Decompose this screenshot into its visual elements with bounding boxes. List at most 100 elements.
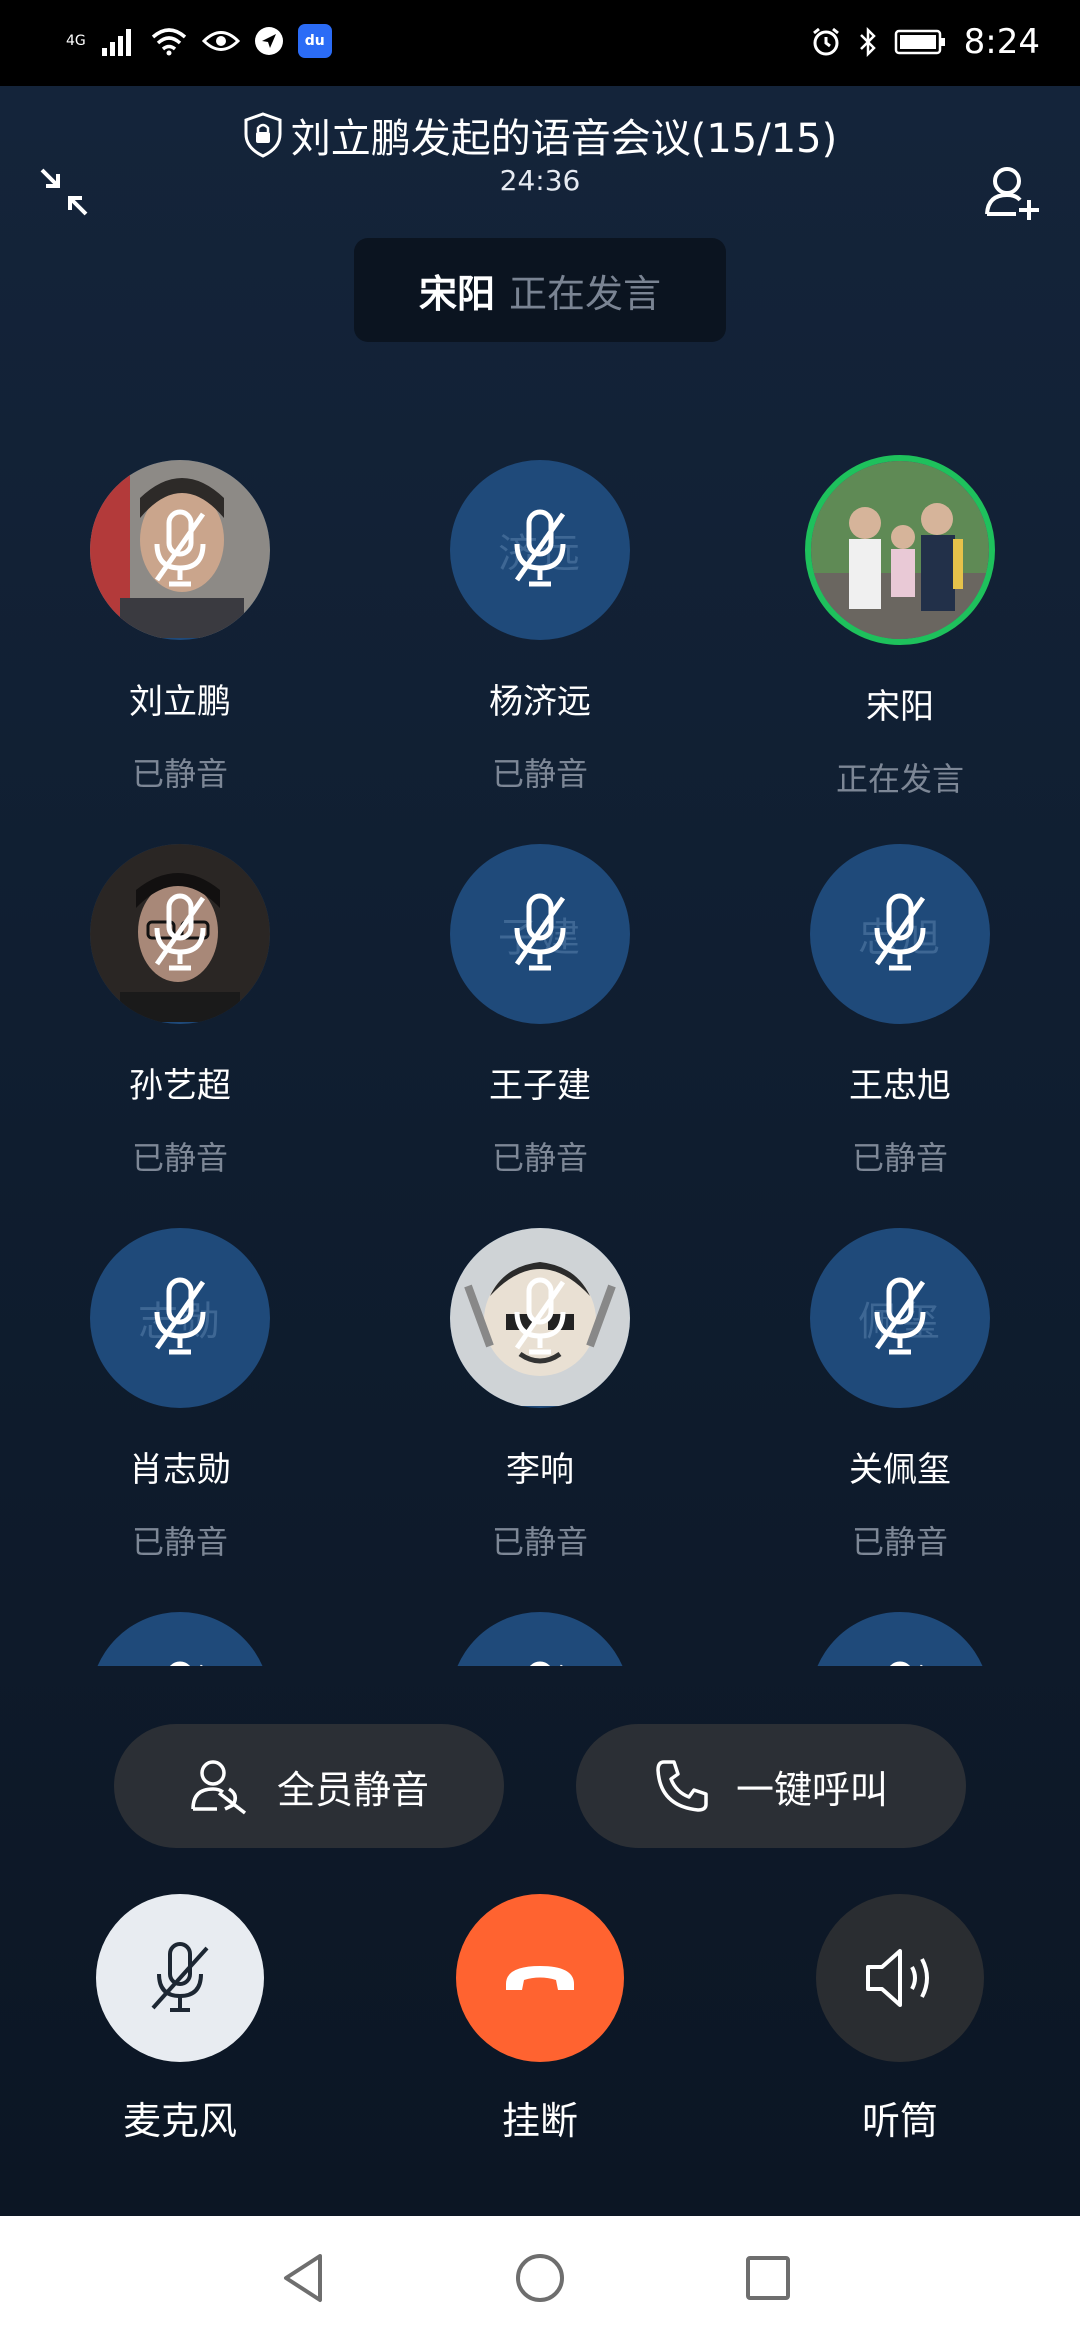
hangup-button[interactable] [456, 1894, 624, 2062]
participant-name: 孙艺超 [129, 1066, 231, 1106]
participant-tile[interactable]: 忠旭 王忠旭 已静音 [750, 844, 1050, 1228]
participant-avatar [450, 1228, 630, 1408]
participant-tile[interactable]: 小龙 [750, 1612, 1050, 1666]
participant-status: 已静音 [491, 1139, 588, 1177]
participant-avatar [805, 455, 995, 645]
participant-tile[interactable]: 宋阳 正在发言 [750, 455, 1050, 844]
system-navigation-bar [0, 2216, 1080, 2340]
avatar-photo [811, 461, 989, 639]
participant-name: 刘立鹏 [129, 682, 231, 722]
muted-mic-icon [505, 890, 575, 978]
microphone-toggle-button[interactable] [96, 1894, 264, 2062]
speaker-toggle-button[interactable] [816, 1894, 984, 2062]
back-triangle-icon [284, 2254, 322, 2302]
speaker-icon [866, 1949, 929, 2007]
security-shield-icon [244, 112, 282, 158]
microphone-muted-icon [151, 1942, 209, 2012]
current-speaker-name: 宋阳 [418, 271, 495, 316]
speaker-control: 听筒 [790, 1894, 1010, 2145]
participant-tile[interactable]: 佩玺 关佩玺 已静音 [750, 1228, 1050, 1612]
muted-mic-icon [865, 1274, 935, 1362]
home-circle-icon [516, 2254, 564, 2302]
microphone-control: 麦克风 [70, 1894, 290, 2145]
call-duration: 24:36 [499, 164, 581, 197]
participant-avatar: 志勋 [90, 1228, 270, 1408]
nav-recents-button[interactable] [738, 2250, 798, 2306]
participant-tile[interactable]: 济远 杨济远 已静音 [390, 460, 690, 844]
participant-avatar [90, 844, 270, 1024]
nav-back-button[interactable] [272, 2250, 332, 2306]
participant-name: 王子建 [489, 1066, 591, 1106]
participant-tile[interactable]: 志勋 肖志勋 已静音 [30, 1228, 330, 1612]
participant-tile[interactable]: 全庆 [30, 1612, 330, 1666]
wifi-icon [151, 28, 186, 56]
recents-square-icon [746, 2256, 790, 2300]
muted-mic-icon [145, 1274, 215, 1362]
voice-meeting-screen: 刘立鹏发起的语音会议(15/15) 24:36 宋阳 正在发言 刘立鹏 已静音 济远… [0, 86, 1080, 2216]
nav-home-button[interactable] [510, 2250, 570, 2306]
hangup-control: 挂断 [430, 1894, 650, 2145]
participant-name: 李响 [506, 1450, 574, 1490]
participant-avatar: 小龙 [810, 1612, 990, 1666]
call-all-label: 一键呼叫 [735, 1767, 888, 1812]
participant-grid: 刘立鹏 已静音 济远 杨济远 已静音 宋阳 正在发言 孙艺超 已静音 子建 王子建 已静音 忠旭 王忠旭已… [0, 360, 1080, 1666]
add-person-icon [985, 167, 1039, 220]
participant-tile[interactable]: 子建 王子建 已静音 [390, 844, 690, 1228]
current-speaker-banner: 宋阳 正在发言 [354, 238, 726, 342]
alarm-icon [812, 27, 839, 56]
participant-name: 王忠旭 [849, 1066, 951, 1106]
location-icon [254, 27, 283, 55]
battery-icon [894, 29, 945, 55]
participant-tile[interactable]: 刘立鹏 已静音 [30, 460, 330, 844]
participant-avatar: 佩玺 [810, 1228, 990, 1408]
participant-name: 杨济远 [489, 682, 591, 722]
current-speaker-status: 正在发言 [509, 271, 662, 316]
participant-avatar [90, 460, 270, 640]
participant-status: 正在发言 [835, 760, 964, 798]
participant-avatar: 济远 [450, 460, 630, 640]
participant-status: 已静音 [851, 1139, 948, 1177]
participant-tile[interactable]: 文松 [390, 1612, 690, 1666]
add-participant-button[interactable] [978, 158, 1048, 228]
participant-avatar: 忠旭 [810, 844, 990, 1024]
muted-mic-icon [505, 1658, 575, 1666]
participant-status: 已静音 [131, 755, 228, 793]
mute-all-button[interactable]: 全员静音 [114, 1724, 504, 1848]
microphone-label: 麦克风 [122, 2099, 237, 2143]
muted-mic-icon [505, 506, 575, 594]
participant-name: 宋阳 [866, 687, 934, 727]
participant-status: 已静音 [491, 1523, 588, 1561]
muted-mic-icon [865, 1658, 935, 1666]
participant-status: 已静音 [491, 755, 588, 793]
muted-mic-icon [145, 890, 215, 978]
participant-status: 已静音 [131, 1523, 228, 1561]
phone-icon [656, 1760, 708, 1812]
muted-mic-icon [865, 890, 935, 978]
participant-status: 已静音 [131, 1139, 228, 1177]
hangup-phone-icon [506, 1966, 574, 1990]
participant-name: 肖志勋 [129, 1450, 231, 1490]
signal-icon [101, 29, 131, 56]
participant-tile[interactable]: 李响 已静音 [390, 1228, 690, 1612]
mute-all-label: 全员静音 [276, 1767, 429, 1812]
muted-mic-icon [505, 1274, 575, 1362]
clock: 8:24 [963, 22, 1040, 62]
speaker-label: 听筒 [861, 2099, 938, 2143]
mute-all-people-icon [191, 1760, 247, 1815]
participant-tile[interactable]: 孙艺超 已静音 [30, 844, 330, 1228]
participant-avatar: 全庆 [90, 1612, 270, 1666]
participant-status: 已静音 [851, 1523, 948, 1561]
meeting-title: 刘立鹏发起的语音会议(15/15) [0, 106, 1080, 164]
network-type: 4G [66, 33, 86, 49]
eye-icon [201, 31, 240, 51]
muted-mic-icon [145, 506, 215, 594]
participant-avatar: 子建 [450, 844, 630, 1024]
participant-avatar: 文松 [450, 1612, 630, 1666]
call-all-button[interactable]: 一键呼叫 [576, 1724, 966, 1848]
status-bar: 4G du 8:24 [0, 0, 1080, 86]
participant-name: 关佩玺 [849, 1450, 951, 1490]
muted-mic-icon [145, 1658, 215, 1666]
hangup-label: 挂断 [501, 2099, 578, 2143]
bluetooth-icon [859, 26, 876, 58]
meeting-title-text: 刘立鹏发起的语音会议(15/15) [290, 116, 838, 162]
